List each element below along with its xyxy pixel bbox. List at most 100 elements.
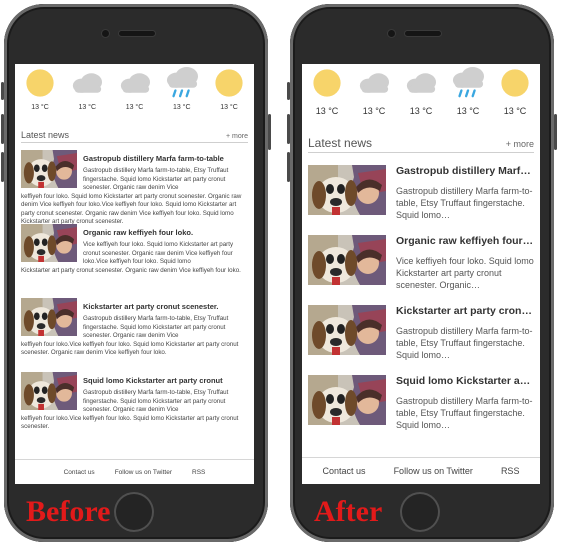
- volume-up-button: [1, 114, 4, 144]
- front-camera: [388, 30, 395, 37]
- rain-cloud-icon: [161, 66, 203, 100]
- weather-day: 13 °C: [447, 66, 489, 116]
- temperature: 13 °C: [315, 106, 339, 116]
- news-item-title[interactable]: Organic raw keffiyeh four loko.: [77, 224, 248, 237]
- home-button[interactable]: [400, 492, 440, 532]
- news-item-title[interactable]: Kickstarter art party cronut scenester.: [77, 298, 248, 311]
- screen-before: 13 °C 13 °C 13 °C 13 °C 13 °C Latest new…: [15, 64, 254, 484]
- volume-down-button: [1, 152, 4, 182]
- weather-day: 13 °C: [114, 66, 156, 116]
- news-item-body: Gastropub distillery Marfa farm-to-table…: [83, 315, 229, 339]
- weather-day: 13 °C: [161, 66, 203, 116]
- footer: Contact us Follow us on Twitter RSS: [15, 459, 254, 484]
- news-item-body: Vice keffiyeh four loko. Squid lomo Kick…: [83, 241, 234, 265]
- rss-link[interactable]: RSS: [501, 466, 520, 476]
- rain-cloud-icon: [447, 66, 489, 100]
- news-thumbnail: [21, 224, 77, 262]
- news-title: Latest news: [308, 136, 373, 150]
- temperature: 13 °C: [362, 106, 386, 116]
- temperature: 13 °C: [503, 106, 527, 116]
- temperature: 13 °C: [172, 104, 191, 111]
- news-title: Latest news: [21, 130, 70, 140]
- temperature: 13 °C: [78, 104, 97, 111]
- temperature: 13 °C: [220, 104, 238, 111]
- news-item-title[interactable]: Kickstarter art party cront…: [396, 301, 534, 317]
- twitter-link[interactable]: Follow us on Twitter: [394, 466, 473, 476]
- news-item-title[interactable]: Squid lomo Kickstarter art party cronut: [77, 372, 248, 385]
- news-item[interactable]: Organic raw keffiyeh four… Vice keffiyeh…: [302, 231, 540, 293]
- news-item-title[interactable]: Squid lomo Kickstarter ar…: [396, 371, 534, 387]
- contact-us-link[interactable]: Contact us: [64, 469, 95, 476]
- front-camera: [102, 30, 109, 37]
- temperature: 13 °C: [456, 106, 480, 116]
- news-thumbnail: [308, 165, 386, 215]
- sun-icon: [208, 66, 250, 100]
- news-item[interactable]: Gastropub distillery Marfa farm-to-table…: [15, 150, 254, 225]
- weather-day: 13 °C: [19, 66, 61, 116]
- temperature: 13 °C: [409, 106, 433, 116]
- news-thumbnail: [308, 305, 386, 355]
- news-item-body-continued: Kickstarter art party cronut scenester. …: [21, 266, 241, 274]
- news-item[interactable]: Kickstarter art party cront… Gastropub d…: [302, 301, 540, 363]
- cloud-icon: [353, 66, 395, 100]
- contact-us-link[interactable]: Contact us: [323, 466, 366, 476]
- screen-after: 13 °C 13 °C 13 °C 13 °C 13 °C Latest new…: [302, 64, 540, 484]
- more-link[interactable]: + more: [506, 139, 534, 149]
- news-item[interactable]: Kickstarter art party cronut scenester. …: [15, 298, 254, 365]
- news-thumbnail: [21, 298, 77, 336]
- mute-switch: [287, 82, 290, 100]
- cloud-icon: [400, 66, 442, 100]
- news-item[interactable]: Gastropub distillery Marfa… Gastropub di…: [302, 161, 540, 223]
- news-item-body: Vice keffiyeh four loko. Squid lomo Kick…: [396, 256, 534, 290]
- temperature: 13 °C: [31, 104, 49, 111]
- phone-before: 13 °C 13 °C 13 °C 13 °C 13 °C Latest new…: [1, 4, 271, 542]
- footer: Contact us Follow us on Twitter RSS: [302, 457, 540, 484]
- news-item-title[interactable]: Gastropub distillery Marfa…: [396, 161, 534, 177]
- mute-switch: [1, 82, 4, 100]
- news-thumbnail: [21, 150, 77, 188]
- news-item-body: Gastropub distillery Marfa farm-to-table…: [396, 396, 533, 430]
- sun-icon: [494, 66, 536, 100]
- news-item-title[interactable]: Organic raw keffiyeh four…: [396, 231, 534, 247]
- earpiece-speaker: [119, 31, 155, 36]
- twitter-link[interactable]: Follow us on Twitter: [115, 469, 172, 476]
- volume-down-button: [287, 152, 290, 182]
- temperature: 13 °C: [125, 104, 144, 111]
- home-button[interactable]: [114, 492, 154, 532]
- news-item-title[interactable]: Gastropub distillery Marfa farm-to-table: [77, 150, 248, 163]
- sun-icon: [19, 66, 61, 100]
- news-item[interactable]: Squid lomo Kickstarter art party cronut …: [15, 372, 254, 439]
- news-item-body: Gastropub distillery Marfa farm-to-table…: [83, 167, 229, 191]
- power-button: [554, 114, 557, 150]
- weather-day: 13 °C: [400, 66, 442, 116]
- news-item-body: Gastropub distillery Marfa farm-to-table…: [83, 389, 229, 413]
- weather-day: 13 °C: [306, 66, 348, 116]
- sun-icon: [306, 66, 348, 100]
- cloud-icon: [66, 66, 108, 100]
- news-item-body-continued: keffiyeh four loko.Vice keffiyeh four lo…: [21, 414, 239, 431]
- news-item[interactable]: Organic raw keffiyeh four loko. Vice kef…: [15, 224, 254, 291]
- weather-day: 13 °C: [66, 66, 108, 116]
- news-item-body-continued: keffiyeh four loko.Vice keffiyeh four lo…: [21, 340, 239, 357]
- news-item-body: Gastropub distillery Marfa farm-to-table…: [396, 326, 533, 360]
- weather-day: 13 °C: [353, 66, 395, 116]
- after-label: After: [314, 495, 383, 528]
- phone-after: 13 °C 13 °C 13 °C 13 °C 13 °C Latest new…: [287, 4, 557, 542]
- news-header: Latest news + more: [308, 136, 534, 153]
- volume-up-button: [287, 114, 290, 144]
- rss-link[interactable]: RSS: [192, 469, 205, 476]
- cloud-icon: [114, 66, 156, 100]
- news-thumbnail: [308, 235, 386, 285]
- earpiece-speaker: [405, 31, 441, 36]
- news-item-body: Gastropub distillery Marfa farm-to-table…: [396, 186, 533, 220]
- news-thumbnail: [21, 372, 77, 410]
- before-label: Before: [26, 495, 111, 528]
- power-button: [268, 114, 271, 150]
- news-header: Latest news + more: [21, 130, 248, 143]
- more-link[interactable]: + more: [226, 133, 248, 140]
- weather-strip: 13 °C 13 °C 13 °C 13 °C 13 °C: [302, 64, 540, 116]
- weather-strip: 13 °C 13 °C 13 °C 13 °C 13 °C: [15, 64, 254, 116]
- weather-day: 13 °C: [494, 66, 536, 116]
- news-item[interactable]: Squid lomo Kickstarter ar… Gastropub dis…: [302, 371, 540, 433]
- news-item-body-continued: keffiyeh four loko. Squid lomo Kickstart…: [21, 192, 242, 226]
